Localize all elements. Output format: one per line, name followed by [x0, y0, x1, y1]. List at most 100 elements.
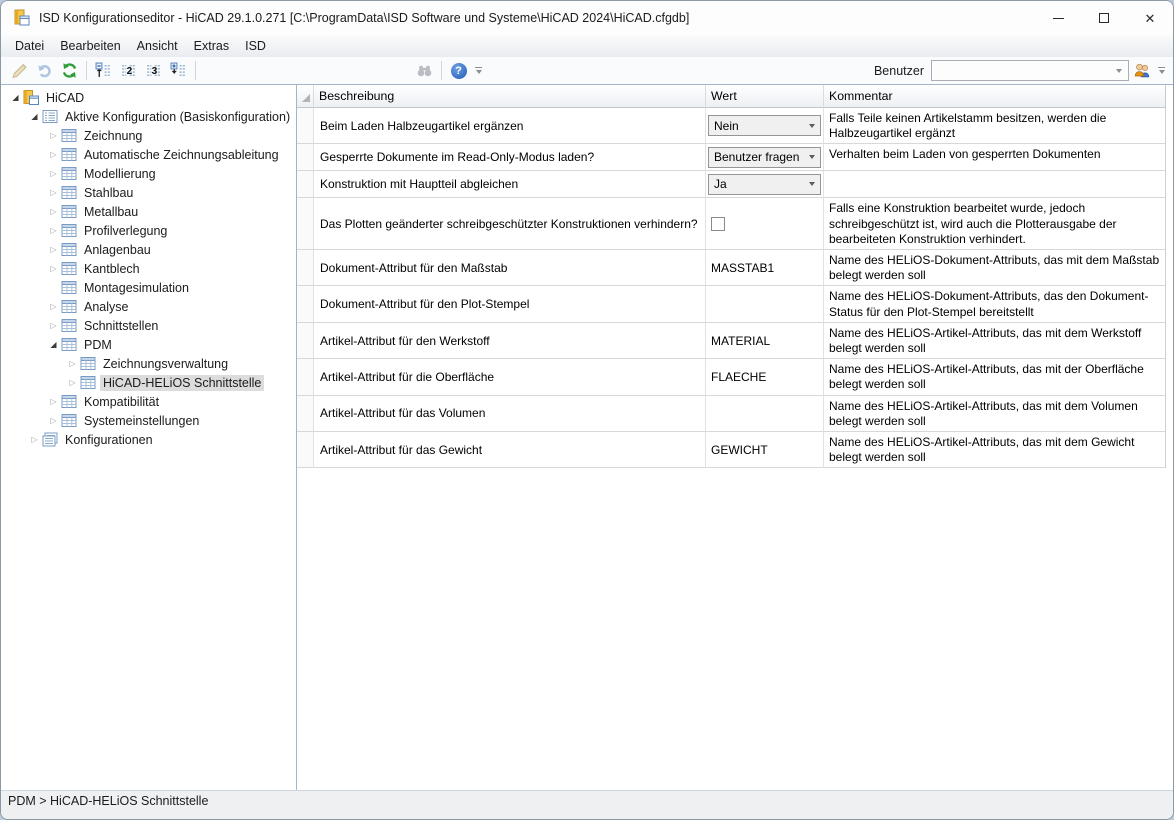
tree-item-aktive-konfiguration-basiskonfiguration-[interactable]: ◢Aktive Konfiguration (Basiskonfiguratio…	[1, 107, 296, 126]
row-header[interactable]	[297, 171, 314, 198]
tree-expand-icon[interactable]: ▷	[66, 359, 79, 368]
tree-expand-icon[interactable]: ▷	[47, 397, 60, 406]
tree-item-hicad[interactable]: ◢HiCAD	[1, 88, 296, 107]
close-button[interactable]: ✕	[1127, 1, 1173, 35]
column-header-beschreibung[interactable]: Beschreibung	[314, 85, 706, 108]
tree-expand-icon[interactable]: ▷	[47, 131, 60, 140]
row-header[interactable]	[297, 396, 314, 432]
row-header[interactable]	[297, 198, 314, 250]
title-bar: ISD Konfigurationseditor - HiCAD 29.1.0.…	[1, 1, 1173, 35]
tree-item-schnittstellen[interactable]: ▷Schnittstellen	[1, 316, 296, 335]
menu-item-ansicht[interactable]: Ansicht	[129, 35, 186, 57]
tree-item-systemeinstellungen[interactable]: ▷ Systemeinstellungen	[1, 411, 296, 430]
tree-item-anlagenbau[interactable]: ▷Anlagenbau	[1, 240, 296, 259]
tree-expand-icon[interactable]: ▷	[47, 226, 60, 235]
value-text[interactable]: FLAECHE	[706, 370, 771, 384]
value-dropdown[interactable]: Ja	[708, 174, 821, 195]
tree-expand-icon[interactable]: ▷	[47, 245, 60, 254]
tree-item-modellierung[interactable]: ▷Modellierung	[1, 164, 296, 183]
minimize-button[interactable]	[1035, 1, 1081, 35]
tree-collapse-icon[interactable]: ◢	[28, 112, 41, 121]
tree-expand-icon[interactable]: ▷	[47, 188, 60, 197]
value-dropdown[interactable]: Nein	[708, 115, 821, 136]
menu-bar: DateiBearbeitenAnsichtExtrasISD	[1, 35, 1173, 57]
tree-item-metallbau[interactable]: ▷Metallbau	[1, 202, 296, 221]
tree-expand-icon[interactable]: ▷	[47, 302, 60, 311]
tree-item-label: Systemeinstellungen	[81, 413, 202, 429]
tree-item-montagesimulation[interactable]: Montagesimulation	[1, 278, 296, 297]
value-text[interactable]: MASSTAB1	[706, 261, 779, 275]
toolbar-separator	[195, 61, 196, 80]
value-dropdown-text: Benutzer fragen	[714, 150, 799, 164]
tree-item-analyse[interactable]: ▷ Analyse	[1, 297, 296, 316]
chevron-down-icon	[809, 124, 815, 128]
tree-expand-icon[interactable]: ▷	[47, 264, 60, 273]
collapse-all-icon[interactable]	[91, 59, 116, 82]
tree-item-automatische-zeichnungsableitung[interactable]: ▷Automatische Zeichnungsableitung	[1, 145, 296, 164]
setting-value-cell	[706, 198, 824, 250]
expand-level-2-icon[interactable]: 2	[116, 59, 141, 82]
tree-expand-icon[interactable]: ▷	[66, 378, 79, 387]
table-icon	[61, 204, 77, 219]
column-header-kommentar[interactable]: Kommentar	[824, 85, 1166, 108]
edit-pencil-icon	[7, 59, 32, 82]
row-header[interactable]	[297, 432, 314, 468]
row-header[interactable]	[297, 250, 314, 286]
app-window: ISD Konfigurationseditor - HiCAD 29.1.0.…	[0, 0, 1174, 820]
tree-item-kompatibilität[interactable]: ▷Kompatibilität	[1, 392, 296, 411]
column-header-wert[interactable]: Wert	[706, 85, 824, 108]
tree-item-stahlbau[interactable]: ▷Stahlbau	[1, 183, 296, 202]
toolbar-overflow-icon[interactable]	[474, 67, 483, 74]
menu-item-bearbeiten[interactable]: Bearbeiten	[52, 35, 128, 57]
setting-value-cell: Benutzer fragen	[706, 144, 824, 171]
table-icon	[61, 128, 77, 143]
menu-item-extras[interactable]: Extras	[186, 35, 237, 57]
menu-item-isd[interactable]: ISD	[237, 35, 274, 57]
row-header[interactable]	[297, 359, 314, 395]
row-header[interactable]	[297, 144, 314, 171]
tree-item-label: Kantblech	[81, 261, 143, 277]
table-icon	[61, 185, 77, 200]
expand-all-icon[interactable]	[166, 59, 191, 82]
row-header[interactable]	[297, 323, 314, 359]
setting-value-cell: FLAECHE	[706, 359, 824, 395]
users-icon[interactable]	[1129, 59, 1154, 82]
tree-item-zeichnungsverwaltung[interactable]: ▷ Zeichnungsverwaltung	[1, 354, 296, 373]
tree-expand-icon[interactable]: ▷	[47, 321, 60, 330]
row-header[interactable]	[297, 286, 314, 322]
undo-icon	[32, 59, 57, 82]
tree-item-label: Zeichnungsverwaltung	[100, 356, 231, 372]
expand-level-3-icon[interactable]: 3	[141, 59, 166, 82]
row-header[interactable]	[297, 108, 314, 144]
grid-corner-header[interactable]	[297, 85, 314, 108]
value-checkbox[interactable]	[711, 217, 725, 231]
tree-expand-icon[interactable]: ▷	[47, 207, 60, 216]
user-combobox[interactable]	[931, 60, 1129, 81]
tree-item-zeichnung[interactable]: ▷Zeichnung	[1, 126, 296, 145]
tree-collapse-icon[interactable]: ◢	[9, 93, 22, 102]
tree-item-label: Profilverlegung	[81, 223, 170, 239]
tree-item-label: Analyse	[81, 299, 131, 315]
user-toolbar-overflow-icon[interactable]	[1157, 67, 1166, 74]
tree-item-konfigurationen[interactable]: ▷Konfigurationen	[1, 430, 296, 449]
tree-item-profilverlegung[interactable]: ▷ Profilverlegung	[1, 221, 296, 240]
value-dropdown[interactable]: Benutzer fragen	[708, 147, 821, 168]
tree-expand-icon[interactable]: ▷	[47, 416, 60, 425]
maximize-button[interactable]	[1081, 1, 1127, 35]
tree-item-kantblech[interactable]: ▷ Kantblech	[1, 259, 296, 278]
menu-item-datei[interactable]: Datei	[7, 35, 52, 57]
setting-comment: Name des HELiOS-Artikel-Attributs, das m…	[824, 359, 1166, 395]
help-icon[interactable]: ?	[446, 59, 471, 82]
tree-item-pdm[interactable]: ◢PDM	[1, 335, 296, 354]
table-icon	[80, 356, 96, 371]
tree-collapse-icon[interactable]: ◢	[47, 340, 60, 349]
tree-expand-icon[interactable]: ▷	[47, 169, 60, 178]
value-text[interactable]: MATERIAL	[706, 334, 775, 348]
tree-expand-icon[interactable]: ▷	[47, 150, 60, 159]
refresh-icon[interactable]	[57, 59, 82, 82]
tree-item-hicad-helios-schnittstelle[interactable]: ▷HiCAD-HELiOS Schnittstelle	[1, 373, 296, 392]
table-icon	[61, 280, 77, 295]
settings-panel: BeschreibungWertKommentarBeim Laden Halb…	[297, 85, 1173, 790]
tree-expand-icon[interactable]: ▷	[28, 435, 41, 444]
value-text[interactable]: GEWICHT	[706, 443, 773, 457]
